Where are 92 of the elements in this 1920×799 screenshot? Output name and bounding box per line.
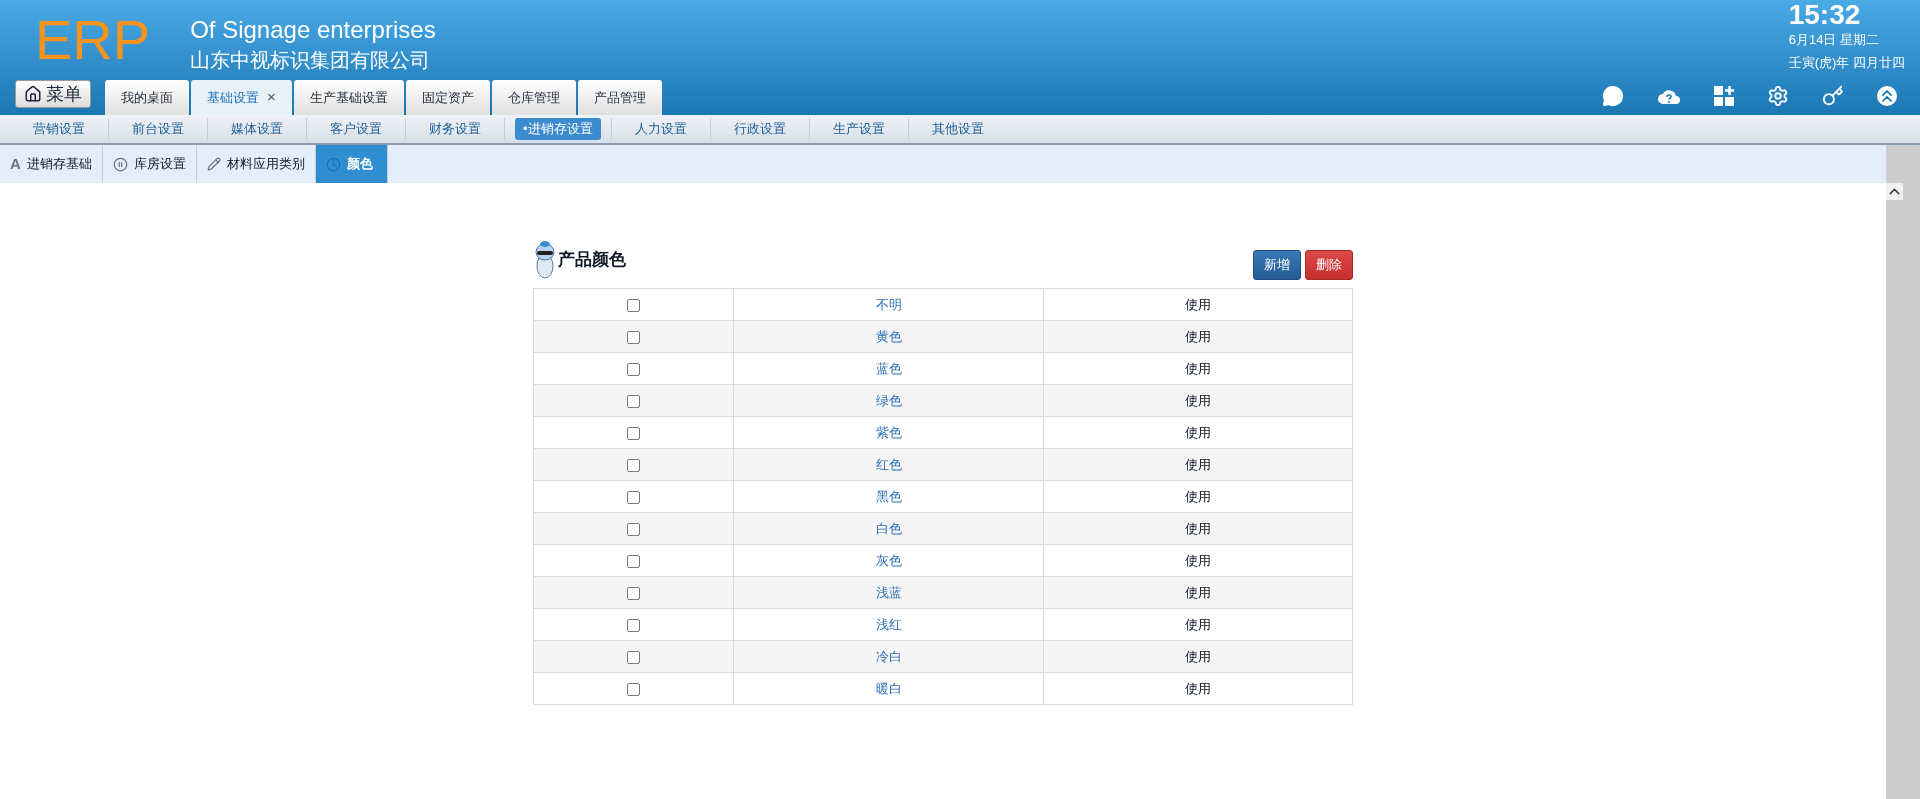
company-chinese-name: 山东中视标识集团有限公司 (190, 48, 432, 73)
letter-icon: A (10, 152, 21, 176)
status-text: 使用 (1185, 456, 1211, 472)
top-tab[interactable]: 固定资产 (405, 80, 490, 115)
tab-label: 产品管理 (593, 88, 646, 107)
color-name-link[interactable]: 蓝色 (875, 360, 902, 376)
scroll-up-icon[interactable] (1886, 183, 1903, 200)
pencil-icon (206, 157, 221, 171)
row-checkbox[interactable] (627, 682, 640, 696)
nav-item[interactable]: 前台设置 (119, 118, 197, 140)
erp-logo: ERP (35, 12, 151, 68)
top-tab[interactable]: 生产基础设置 (293, 80, 404, 115)
row-checkbox[interactable] (627, 650, 640, 664)
clock-icon (325, 156, 341, 172)
tab-label: 我的桌面 (121, 88, 173, 107)
section-tab-label: 库房设置 (133, 155, 186, 174)
color-name-link[interactable]: 绿色 (875, 392, 902, 408)
row-checkbox[interactable] (627, 394, 640, 408)
row-checkbox[interactable] (627, 554, 640, 568)
color-name-link[interactable]: 不明 (875, 296, 902, 312)
color-name-link[interactable]: 浅蓝 (875, 584, 902, 600)
close-icon[interactable]: × (267, 86, 276, 109)
nav-item[interactable]: 生产设置 (819, 118, 898, 140)
color-name-link[interactable]: 灰色 (875, 552, 902, 568)
nav-item[interactable]: 人力设置 (621, 118, 700, 140)
tab-label: 固定资产 (421, 88, 474, 107)
status-text: 使用 (1185, 488, 1211, 504)
section-tab[interactable]: 库房设置 (102, 145, 197, 183)
row-checkbox[interactable] (627, 330, 640, 344)
panel-title: 产品颜色 (558, 249, 626, 272)
row-checkbox[interactable] (627, 426, 640, 440)
status-text: 使用 (1185, 680, 1211, 696)
settings-icon[interactable] (1767, 85, 1789, 107)
key-icon[interactable] (1822, 85, 1844, 107)
menu-button[interactable]: 菜单 (15, 80, 91, 108)
row-checkbox[interactable] (627, 490, 640, 504)
status-text: 使用 (1185, 648, 1211, 664)
tab-label: 仓库管理 (507, 88, 560, 107)
clock-time: 15:32 (1788, 0, 1861, 30)
status-text: 使用 (1185, 424, 1211, 440)
nav-item[interactable]: 行政设置 (720, 118, 799, 140)
row-checkbox[interactable] (627, 298, 640, 312)
status-text: 使用 (1185, 552, 1211, 568)
nav-item[interactable]: 媒体设置 (218, 118, 296, 140)
company-english-name: Of Signage enterprises (190, 15, 436, 45)
status-text: 使用 (1185, 392, 1211, 408)
chat-icon[interactable] (1602, 85, 1624, 107)
row-checkbox[interactable] (627, 586, 640, 600)
cartoon-mascot-drawing (533, 240, 557, 280)
add-button[interactable]: 新增 (1253, 250, 1301, 280)
row-checkbox[interactable] (627, 522, 640, 536)
delete-button[interactable]: 删除 (1305, 250, 1353, 280)
top-tab[interactable]: 仓库管理 (491, 80, 576, 115)
color-name-link[interactable]: 暖白 (875, 680, 902, 696)
tab-label: 基础设置 (207, 88, 259, 107)
color-name-link[interactable]: 红色 (875, 456, 902, 472)
status-text: 使用 (1185, 616, 1211, 632)
section-tab-label: 材料应用类别 (226, 155, 305, 174)
color-name-link[interactable]: 浅红 (875, 616, 902, 632)
section-tab[interactable]: 材料应用类别 (196, 145, 316, 183)
section-tab[interactable]: 颜色 (315, 145, 388, 183)
lunar-date: 壬寅(虎)年 四月廿四 (1788, 54, 1905, 72)
nav-item[interactable]: 营销设置 (20, 118, 98, 140)
top-tab[interactable]: 产品管理 (577, 80, 662, 115)
pause-icon (112, 156, 128, 172)
date-text: 6月14日 星期二 (1788, 31, 1880, 49)
top-tab[interactable]: 我的桌面 (105, 80, 189, 115)
home-icon (24, 85, 42, 103)
section-tab[interactable]: A 进销存基础 (0, 145, 103, 183)
color-name-link[interactable]: 冷白 (875, 648, 902, 664)
color-name-link[interactable]: 黑色 (875, 488, 902, 504)
color-name-link[interactable]: 紫色 (875, 424, 902, 440)
status-text: 使用 (1185, 520, 1211, 536)
collapse-icon[interactable] (1877, 86, 1897, 106)
status-text: 使用 (1185, 296, 1211, 312)
nav-item[interactable]: 其他设置 (918, 118, 997, 140)
add-widget-icon[interactable] (1714, 86, 1734, 106)
top-tab[interactable]: 基础设置 × (191, 80, 292, 115)
status-text: 使用 (1185, 584, 1211, 600)
section-tab-label: 颜色 (346, 155, 373, 174)
color-name-link[interactable]: 白色 (875, 520, 902, 536)
status-text: 使用 (1185, 360, 1211, 376)
status-text: 使用 (1185, 328, 1211, 344)
nav-item[interactable]: 财务设置 (416, 118, 494, 140)
tab-label: 生产基础设置 (309, 88, 388, 107)
row-checkbox[interactable] (627, 458, 640, 472)
nav-item[interactable]: 客户设置 (317, 118, 395, 140)
color-name-link[interactable]: 黄色 (875, 328, 902, 344)
section-tab-label: 进销存基础 (26, 155, 92, 174)
row-checkbox[interactable] (627, 618, 640, 632)
row-checkbox[interactable] (627, 362, 640, 376)
nav-item[interactable]: •进销存设置 (515, 118, 601, 140)
